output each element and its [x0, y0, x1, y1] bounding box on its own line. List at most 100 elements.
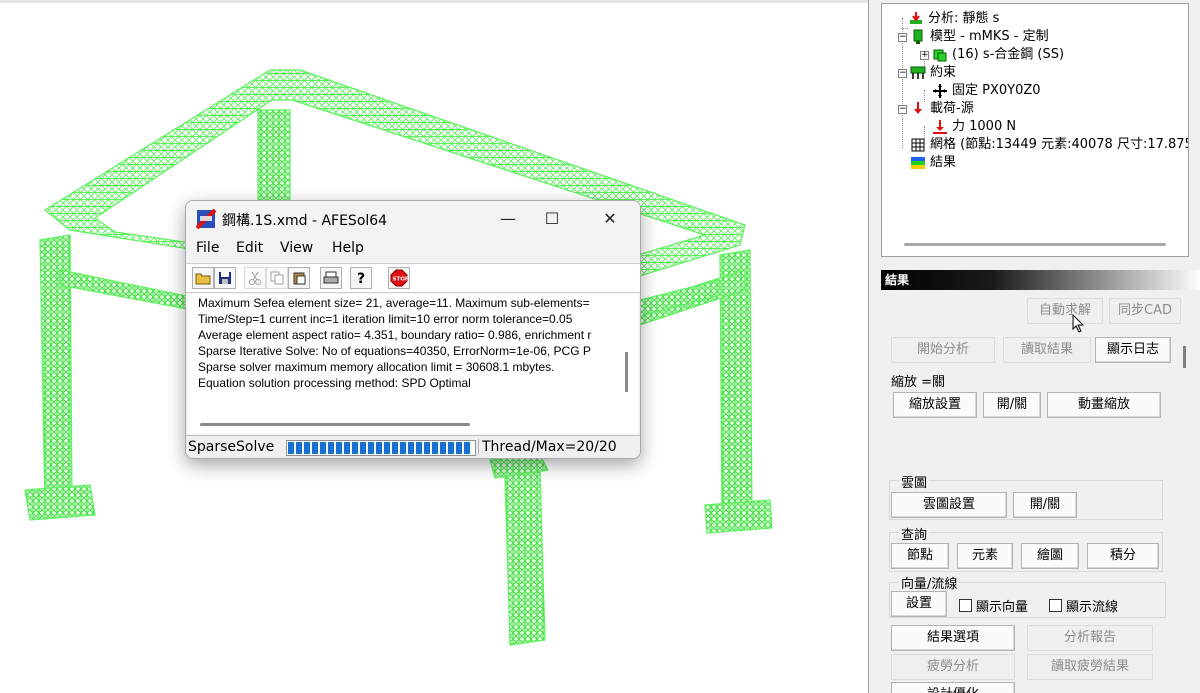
- query-group-label: 查詢: [899, 524, 930, 543]
- menu-view[interactable]: View: [280, 240, 313, 256]
- menu-help[interactable]: Help: [332, 240, 364, 256]
- collapse-icon[interactable]: −: [898, 69, 907, 78]
- query-plot-button[interactable]: 繪圖: [1021, 543, 1079, 569]
- checkbox-label: 顯示流線: [1066, 600, 1119, 615]
- progress-segment: [384, 442, 390, 454]
- progress-segment: [456, 442, 462, 454]
- tree-item-loads[interactable]: 載荷-源: [910, 100, 974, 118]
- start-analysis-button[interactable]: 開始分析: [891, 337, 995, 363]
- open-icon[interactable]: [192, 267, 214, 289]
- tree-item-fixed[interactable]: 固定 PX0Y0Z0: [932, 82, 1041, 100]
- tree-item-label: 網格 (節點:13449 元素:40078 尺寸:17.875 mm: [930, 137, 1189, 152]
- solver-status-text: SparseSolve: [188, 439, 275, 455]
- log-line: Maximum Sefea element size= 21, average=…: [198, 296, 590, 310]
- zoom-status-label: 縮放 =關: [891, 375, 946, 390]
- zoom-toggle-button[interactable]: 開/關: [983, 392, 1041, 418]
- animate-zoom-button[interactable]: 動畫縮放: [1047, 392, 1161, 418]
- solver-log[interactable]: Maximum Sefea element size= 21, average=…: [188, 294, 638, 434]
- close-button[interactable]: ✕: [590, 205, 630, 233]
- progress-segment: [320, 442, 326, 454]
- tree-item-label: (16) s-合金鋼 (SS): [952, 47, 1065, 62]
- tree-item-label: 結果: [930, 155, 957, 170]
- solver-dialog[interactable]: 鋼構.1S.xmd - AFESol64 — ☐ ✕ File Edit Vie…: [185, 200, 641, 459]
- log-horizontal-scrollbar[interactable]: [200, 423, 470, 426]
- tree-horizontal-scrollbar[interactable]: [904, 243, 1166, 246]
- log-line: Equation solution processing method: SPD…: [198, 376, 471, 390]
- paste-icon[interactable]: [288, 267, 310, 289]
- panel-vertical-scrollbar[interactable]: [1183, 346, 1186, 368]
- model-icon: [910, 29, 926, 45]
- checkbox-box: [1049, 599, 1062, 612]
- analysis-report-button[interactable]: 分析報告: [1027, 625, 1153, 651]
- minimize-button[interactable]: —: [488, 205, 528, 233]
- print-icon[interactable]: [320, 267, 342, 289]
- result-options-button[interactable]: 結果選項: [891, 625, 1015, 651]
- progress-segment: [408, 442, 414, 454]
- solver-progress-bar: [286, 440, 476, 456]
- show-vector-checkbox[interactable]: 顯示向量: [959, 596, 1028, 615]
- checkbox-label: 顯示向量: [976, 600, 1029, 615]
- design-optimize-button[interactable]: 設計優化: [891, 682, 1015, 693]
- log-line: Average element aspect ratio= 4.351, bou…: [198, 328, 592, 342]
- progress-segment: [448, 442, 454, 454]
- fixed-icon: [932, 83, 948, 99]
- svg-text:?: ?: [357, 271, 365, 286]
- tree-item-label: 分析: 靜態 s: [928, 11, 1000, 26]
- log-vertical-scrollbar[interactable]: [625, 352, 628, 392]
- save-icon[interactable]: [214, 267, 236, 289]
- contour-settings-button[interactable]: 雲圖設置: [891, 492, 1007, 518]
- tree-item-constraints[interactable]: 約束: [910, 64, 956, 82]
- sync-cad-button[interactable]: 同步CAD: [1109, 298, 1181, 324]
- progress-segment: [352, 442, 358, 454]
- tree-item-analysis[interactable]: 分析: 靜態 s: [902, 10, 1000, 29]
- menu-file[interactable]: File: [196, 240, 219, 256]
- auto-solve-button[interactable]: 自動求解: [1027, 298, 1103, 324]
- stop-icon[interactable]: STOP: [388, 267, 410, 289]
- tree-item-label: 模型 - mMKS - 定制: [930, 29, 1049, 44]
- progress-segment: [464, 442, 470, 454]
- vector-group-label: 向量/流線: [899, 573, 960, 592]
- vector-settings-button[interactable]: 設置: [891, 591, 947, 617]
- query-node-button[interactable]: 節點: [891, 543, 949, 569]
- tree-item-label: 力 1000 N: [952, 119, 1017, 134]
- query-element-button[interactable]: 元素: [957, 543, 1013, 569]
- dialog-statusbar: SparseSolve Thread/Max=20/20: [186, 435, 640, 458]
- zoom-settings-button[interactable]: 縮放設置: [893, 392, 977, 418]
- analysis-icon: [908, 11, 924, 27]
- afesol-app-icon: [195, 208, 217, 230]
- log-line: Sparse solver maximum memory allocation …: [198, 360, 555, 374]
- collapse-icon[interactable]: −: [898, 105, 907, 114]
- model-tree[interactable]: 分析: 靜態 s − 模型 - mMKS - 定制 + (16) s-合金鋼 (…: [881, 3, 1189, 257]
- help-icon[interactable]: ?: [350, 267, 372, 289]
- fatigue-analysis-button[interactable]: 疲勞分析: [891, 654, 1015, 680]
- progress-segment: [360, 442, 366, 454]
- show-streamline-checkbox[interactable]: 顯示流線: [1049, 596, 1118, 615]
- cut-icon[interactable]: [244, 267, 266, 289]
- menu-edit[interactable]: Edit: [236, 240, 263, 256]
- thread-count-text: Thread/Max=20/20: [478, 439, 617, 455]
- tree-item-mesh[interactable]: 網格 (節點:13449 元素:40078 尺寸:17.875 mm: [902, 136, 1189, 154]
- collapse-icon[interactable]: −: [898, 33, 907, 42]
- tree-item-force[interactable]: 力 1000 N: [932, 118, 1016, 136]
- tree-item-material[interactable]: (16) s-合金鋼 (SS): [932, 46, 1064, 64]
- maximize-button[interactable]: ☐: [532, 205, 572, 233]
- tree-item-results[interactable]: 結果: [902, 154, 956, 172]
- progress-segment: [304, 442, 310, 454]
- contour-group-label: 雲圖: [899, 472, 930, 491]
- tree-item-model[interactable]: 模型 - mMKS - 定制: [910, 28, 1049, 46]
- progress-segment: [344, 442, 350, 454]
- dialog-titlebar[interactable]: 鋼構.1S.xmd - AFESol64 — ☐ ✕: [186, 201, 640, 237]
- read-fatigue-results-button[interactable]: 讀取疲勞結果: [1027, 654, 1153, 680]
- log-line: Sparse Iterative Solve: No of equations=…: [198, 344, 591, 358]
- results-panel-header: 結果: [881, 270, 1200, 290]
- dialog-menubar: File Edit View Help: [186, 237, 640, 261]
- progress-segment: [288, 442, 294, 454]
- contour-toggle-button[interactable]: 開/關: [1013, 492, 1077, 518]
- svg-text:STOP: STOP: [393, 277, 409, 283]
- copy-icon[interactable]: [266, 267, 288, 289]
- read-results-button[interactable]: 讀取結果: [1003, 337, 1091, 363]
- mesh-icon: [910, 137, 926, 153]
- show-log-button[interactable]: 顯示日志: [1095, 337, 1171, 363]
- expand-icon[interactable]: +: [920, 51, 929, 60]
- query-integral-button[interactable]: 積分: [1087, 543, 1159, 569]
